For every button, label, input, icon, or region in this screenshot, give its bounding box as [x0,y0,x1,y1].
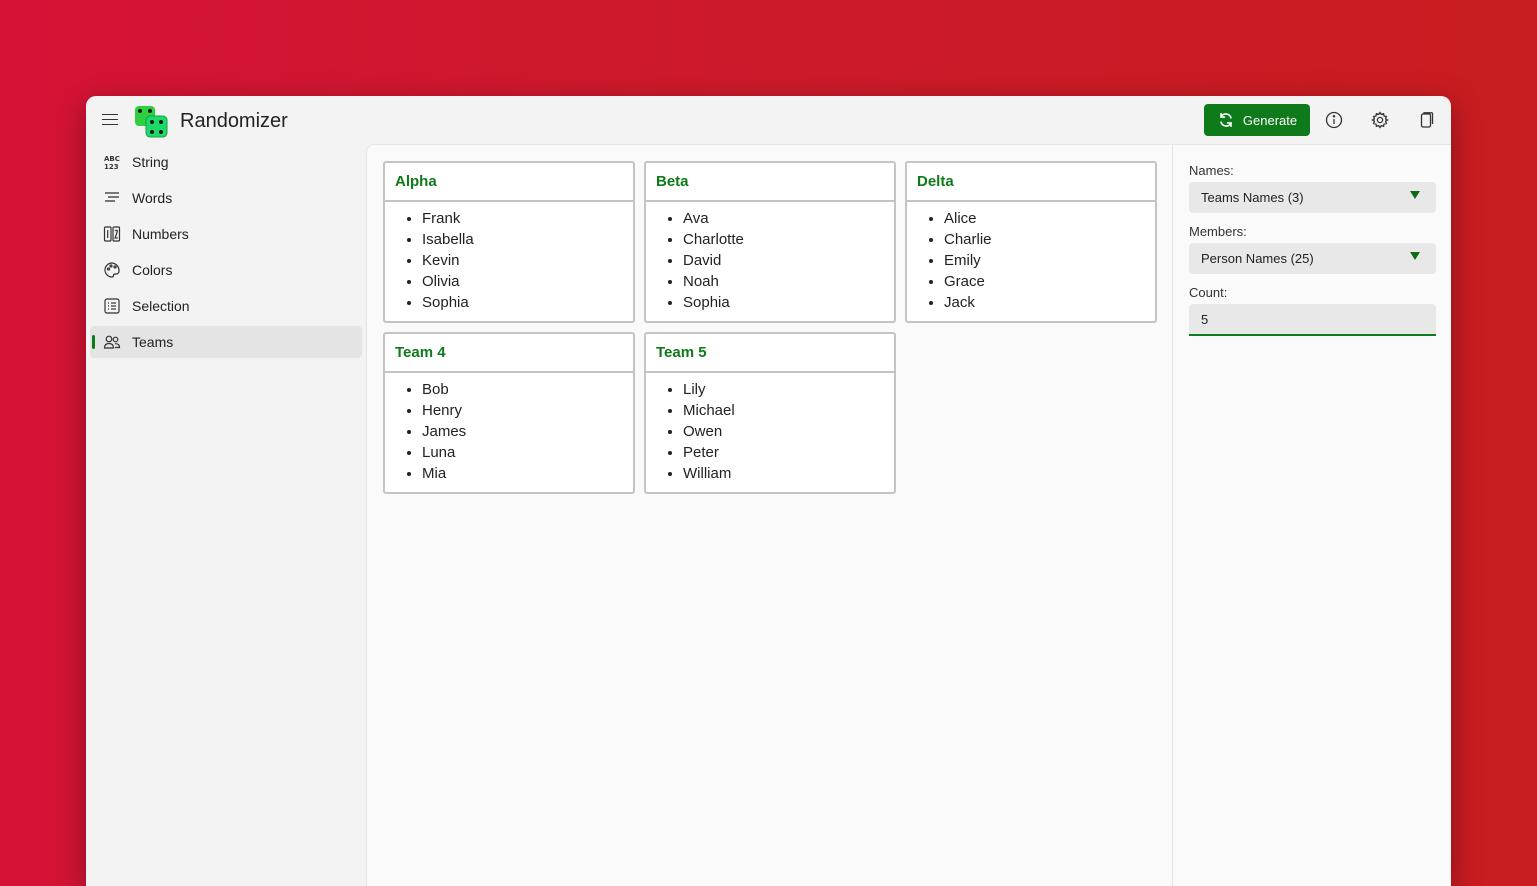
sidebar-item-selection[interactable]: Selection [90,290,362,322]
title-bar: Randomizer Generate [86,96,1451,144]
numbers-icon [102,224,122,244]
list-item: Frank [422,208,633,229]
list-item: Jack [944,292,1155,313]
list-item: Ava [683,208,894,229]
team-name: Delta [907,163,1155,202]
list-item: Lily [683,379,894,400]
list-item: Grace [944,271,1155,292]
names-select[interactable]: Teams Names (3) [1189,182,1436,213]
list-item: Peter [683,442,894,463]
list-item: Emily [944,250,1155,271]
settings-panel: Names: Teams Names (3) Members: Person N… [1172,144,1451,886]
members-select-value: Person Names (25) [1201,251,1314,266]
list-item: Noah [683,271,894,292]
teams-content-area: Alpha Frank Isabella Kevin Olivia Sophia… [366,144,1173,886]
generate-button[interactable]: Generate [1204,104,1310,136]
list-item: James [422,421,633,442]
sidebar-item-label: Numbers [132,226,189,242]
team-card: Team 5 Lily Michael Owen Peter William [644,332,896,494]
sidebar-item-label: Teams [132,334,174,350]
list-item: Alice [944,208,1155,229]
list-selection-icon [102,296,122,316]
gear-icon[interactable] [1370,110,1390,130]
list-item: Charlie [944,229,1155,250]
app-title: Randomizer [180,110,288,132]
count-label: Count: [1189,285,1228,300]
sidebar-item-teams[interactable]: Teams [90,326,362,358]
sidebar-nav: ABC 123 String Words Numbers Colors Sele… [86,146,366,362]
list-item: Henry [422,400,633,421]
list-item: Isabella [422,229,633,250]
sidebar-item-words[interactable]: Words [90,182,362,214]
generate-button-label: Generate [1242,112,1298,128]
names-label: Names: [1189,163,1234,178]
list-item: Owen [683,421,894,442]
info-icon[interactable] [1324,110,1344,130]
list-item: Luna [422,442,633,463]
count-input[interactable] [1189,304,1436,336]
palette-icon [102,260,122,280]
list-item: William [683,463,894,484]
hamburger-menu-icon[interactable] [100,110,120,130]
team-card: Delta Alice Charlie Emily Grace Jack [905,161,1157,323]
copy-icon[interactable] [1416,110,1436,130]
list-item: Kevin [422,250,633,271]
team-card: Beta Ava Charlotte David Noah Sophia [644,161,896,323]
list-item: Sophia [683,292,894,313]
list-item: Charlotte [683,229,894,250]
svg-text:123: 123 [104,163,119,171]
refresh-icon [1220,112,1232,128]
team-members-list: Lily Michael Owen Peter William [646,379,894,484]
members-select[interactable]: Person Names (25) [1189,243,1436,274]
sidebar-item-label: Colors [132,262,173,278]
team-card: Alpha Frank Isabella Kevin Olivia Sophia [383,161,635,323]
abc-123-icon: ABC 123 [102,152,122,172]
dropdown-arrow-icon [1410,191,1420,199]
list-item: Bob [422,379,633,400]
sidebar-item-numbers[interactable]: Numbers [90,218,362,250]
text-lines-icon [102,188,122,208]
team-name: Team 4 [385,334,633,373]
list-item: Olivia [422,271,633,292]
sidebar-item-colors[interactable]: Colors [90,254,362,286]
list-item: Sophia [422,292,633,313]
names-select-value: Teams Names (3) [1201,190,1304,205]
svg-text:ABC: ABC [104,155,120,163]
list-item: David [683,250,894,271]
sidebar-item-label: Words [132,190,173,206]
team-name: Team 5 [646,334,894,373]
dice-logo-icon [135,106,168,138]
team-card: Team 4 Bob Henry James Luna Mia [383,332,635,494]
people-icon [102,332,122,352]
team-members-list: Alice Charlie Emily Grace Jack [907,208,1155,313]
dropdown-arrow-icon [1410,252,1420,260]
sidebar-item-label: String [132,154,169,170]
members-label: Members: [1189,224,1247,239]
team-members-list: Frank Isabella Kevin Olivia Sophia [385,208,633,313]
sidebar-item-label: Selection [132,298,190,314]
list-item: Mia [422,463,633,484]
list-item: Michael [683,400,894,421]
sidebar-item-string[interactable]: ABC 123 String [90,146,362,178]
team-members-list: Ava Charlotte David Noah Sophia [646,208,894,313]
app-window: Randomizer Generate ABC 123 String Words… [86,96,1451,886]
teams-grid: Alpha Frank Isabella Kevin Olivia Sophia… [383,161,1157,494]
team-members-list: Bob Henry James Luna Mia [385,379,633,484]
team-name: Alpha [385,163,633,202]
team-name: Beta [646,163,894,202]
